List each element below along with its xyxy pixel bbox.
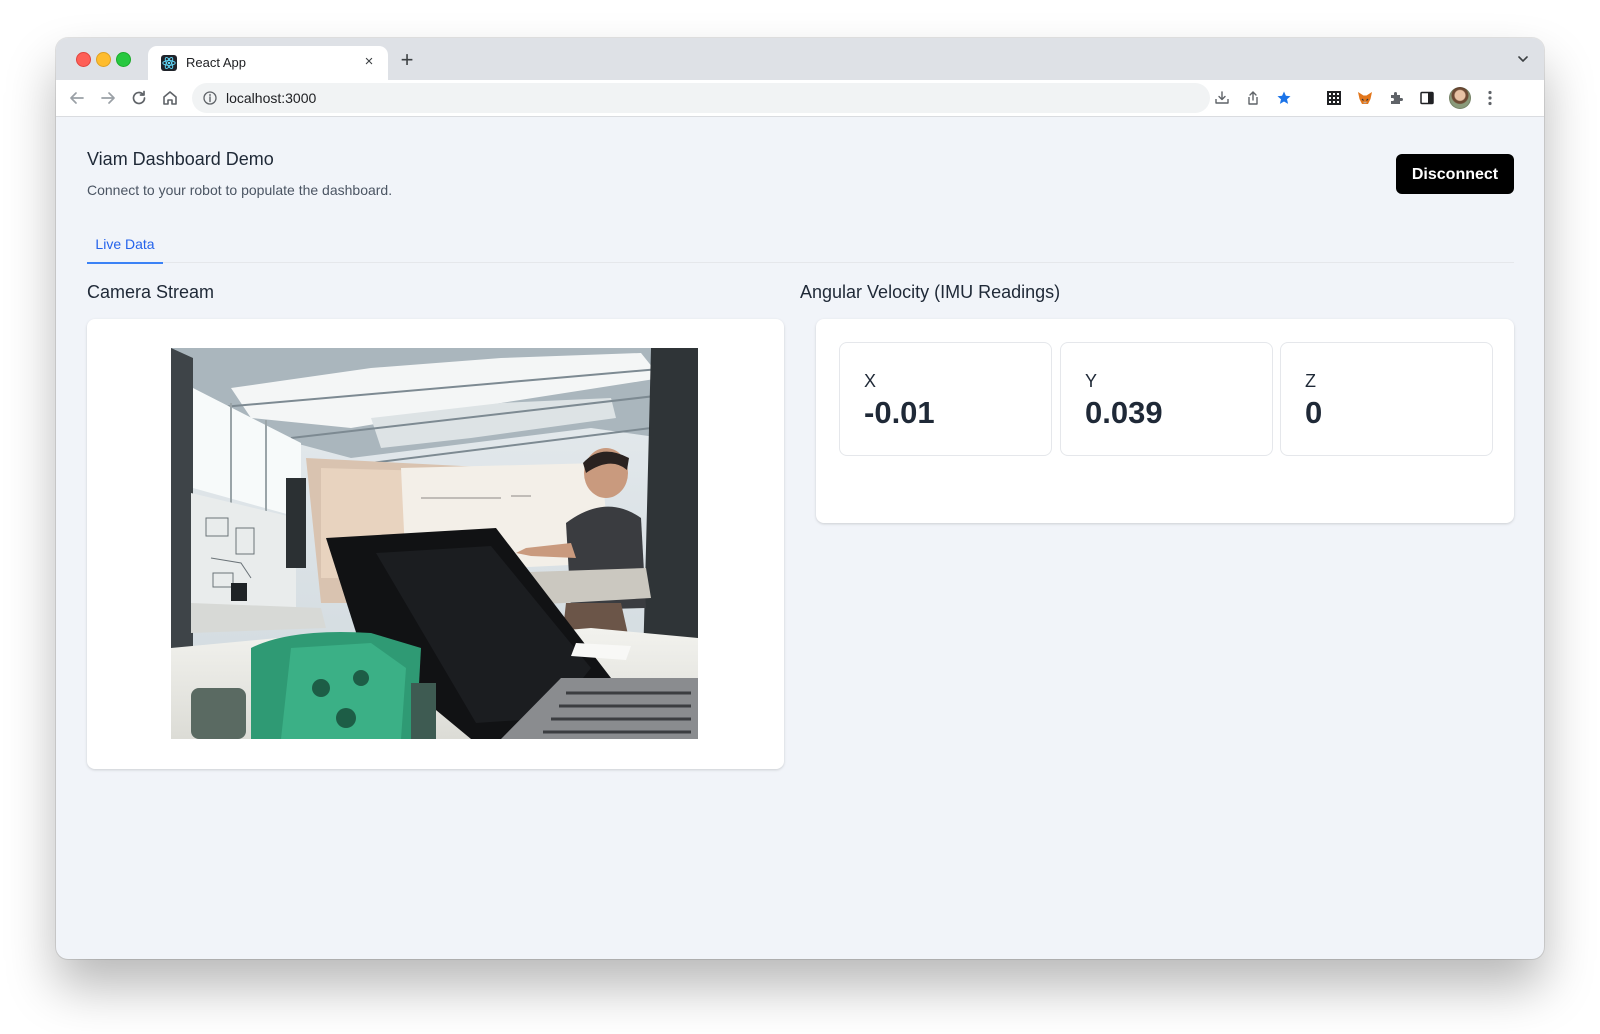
browser-window: React App × + localhost:3000 Viam Dashbo…: [56, 38, 1544, 959]
imu-stat-y: Y 0.039: [1060, 342, 1273, 456]
tabs-divider: [87, 262, 1514, 263]
plus-icon[interactable]: +: [396, 49, 418, 71]
chevron-down-icon[interactable]: [1516, 52, 1530, 66]
page-subtitle: Connect to your robot to populate the da…: [87, 182, 393, 198]
imu-stat-value: -0.01: [864, 395, 935, 430]
side-panel-icon[interactable]: [1419, 90, 1435, 106]
imu-stat-z: Z 0: [1280, 342, 1493, 456]
tab-live-data[interactable]: Live Data: [87, 232, 163, 264]
imu-section-title: Angular Velocity (IMU Readings): [800, 282, 1061, 302]
disconnect-button[interactable]: Disconnect: [1396, 154, 1514, 194]
camera-stream-image: [171, 348, 698, 739]
zoom-window-button[interactable]: [116, 52, 131, 67]
dashboard-page: Viam Dashboard Demo Connect to your robo…: [56, 117, 1544, 959]
page-title: Viam Dashboard Demo: [87, 149, 274, 169]
back-arrow-icon[interactable]: [67, 88, 87, 108]
bookmark-star-icon[interactable]: [1276, 90, 1292, 106]
puzzle-extensions-icon[interactable]: [1388, 90, 1404, 106]
browser-tab[interactable]: React App ×: [148, 46, 388, 80]
qr-extension-icon[interactable]: [1326, 90, 1342, 106]
imu-stat-label: Z: [1305, 371, 1316, 391]
camera-section-title: Camera Stream: [87, 282, 215, 302]
avatar[interactable]: [1449, 87, 1471, 109]
home-icon[interactable]: [160, 88, 180, 108]
browser-toolbar: localhost:3000: [56, 80, 1544, 117]
tab-strip: React App × +: [56, 38, 1544, 80]
imu-stat-label: Y: [1085, 371, 1098, 391]
imu-stat-value: 0.039: [1085, 395, 1163, 430]
forward-arrow-icon[interactable]: [98, 88, 118, 108]
share-icon[interactable]: [1245, 90, 1261, 106]
close-window-button[interactable]: [76, 52, 91, 67]
install-icon[interactable]: [1214, 90, 1230, 106]
camera-card: [87, 319, 784, 769]
tab-title: React App: [186, 55, 246, 70]
address-bar[interactable]: localhost:3000: [192, 83, 1291, 113]
react-favicon-icon: [161, 55, 177, 71]
minimize-window-button[interactable]: [96, 52, 111, 67]
imu-card: X -0.01 Y 0.039 Z 0: [816, 319, 1514, 523]
close-icon[interactable]: ×: [360, 53, 378, 71]
imu-stat-value: 0: [1305, 395, 1323, 430]
imu-stat-x: X -0.01: [839, 342, 1052, 456]
reload-icon[interactable]: [129, 88, 149, 108]
info-icon[interactable]: [202, 90, 218, 106]
kebab-menu-icon[interactable]: [1487, 89, 1493, 107]
imu-stat-label: X: [864, 371, 877, 391]
metamask-fox-icon[interactable]: [1357, 90, 1373, 106]
url-text[interactable]: localhost:3000: [226, 90, 316, 106]
